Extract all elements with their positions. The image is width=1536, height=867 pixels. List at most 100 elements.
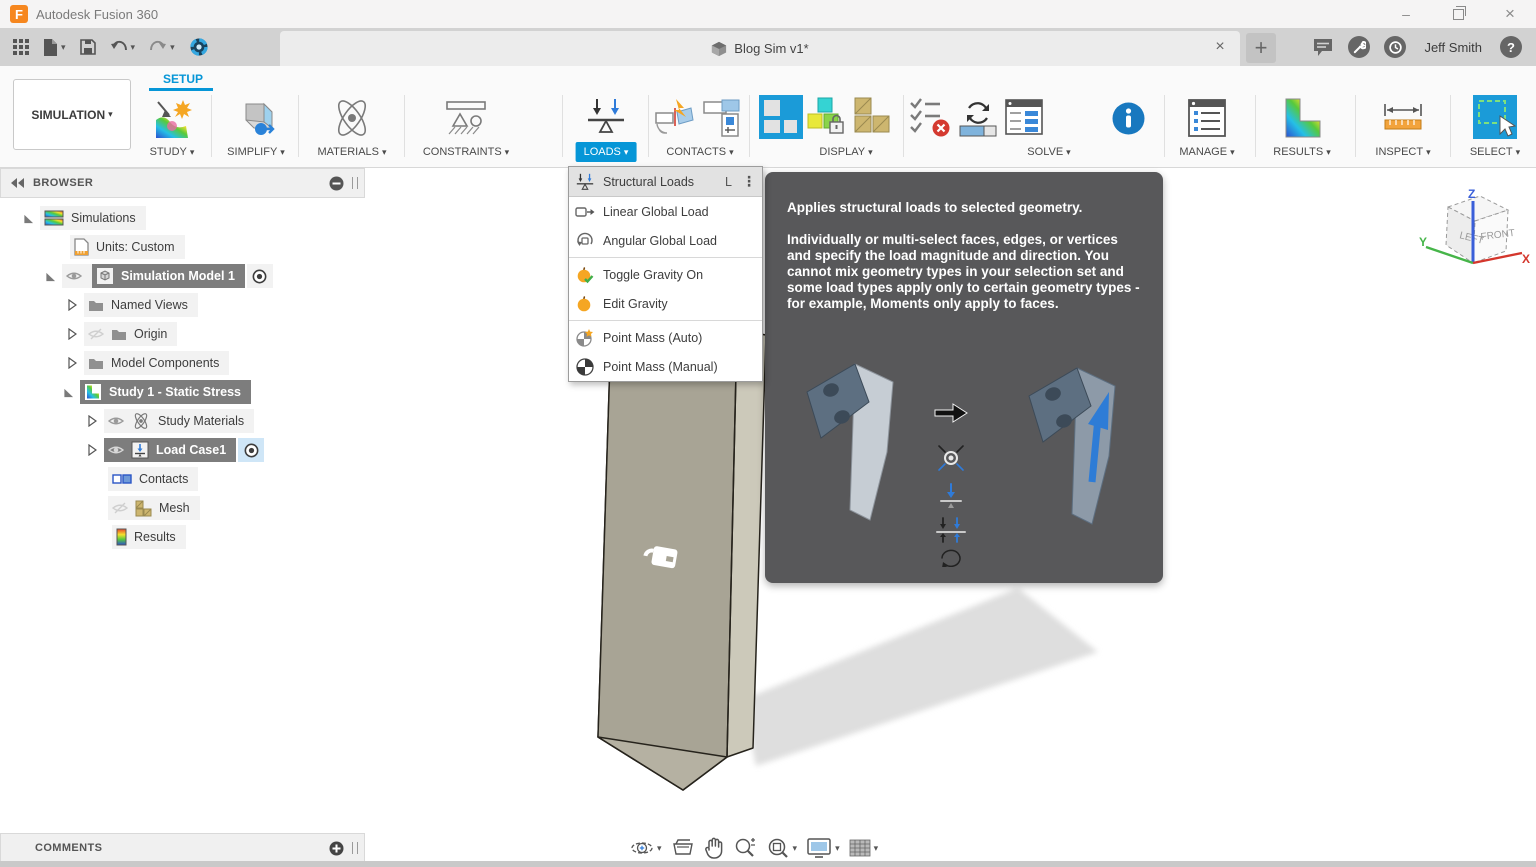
menu-shortcut: L xyxy=(725,175,732,189)
menu-item-angular-global-load[interactable]: Angular Global Load xyxy=(569,226,762,255)
save-button[interactable] xyxy=(75,35,101,59)
workspace-switcher[interactable]: SIMULATION xyxy=(13,79,131,150)
document-cube-icon xyxy=(711,41,727,57)
constraints-button[interactable] xyxy=(443,96,489,140)
pan-hand-icon xyxy=(704,837,724,859)
file-icon xyxy=(43,39,58,56)
viewcube-z-axis: Z xyxy=(1468,187,1475,201)
file-menu-button[interactable] xyxy=(38,35,71,60)
fusion-logo-icon xyxy=(10,5,28,23)
ribbon-group-contacts[interactable]: CONTACTS xyxy=(666,146,733,158)
ribbon-group-results[interactable]: RESULTS xyxy=(1273,146,1330,158)
restore-button[interactable] xyxy=(1432,0,1484,28)
menu-item-label: Toggle Gravity On xyxy=(603,268,756,282)
view-cube[interactable]: LEFT FRONT Z Y X xyxy=(1418,183,1530,295)
zoom-icon xyxy=(733,837,757,859)
show-notifications-button[interactable] xyxy=(1312,37,1334,57)
menu-item-structural-loads[interactable]: Structural Loads L xyxy=(569,167,762,197)
tab-setup[interactable]: SETUP xyxy=(163,72,203,86)
pan-button[interactable] xyxy=(704,837,724,859)
document-tab-title: Blog Sim v1* xyxy=(734,41,808,56)
wrench-icon xyxy=(1353,41,1366,54)
ribbon-group-loads[interactable]: LOADS xyxy=(576,142,637,162)
history-clock-icon[interactable] xyxy=(1384,36,1406,58)
minimize-button[interactable] xyxy=(1380,0,1432,28)
user-name[interactable]: Jeff Smith xyxy=(1420,40,1486,55)
close-button[interactable] xyxy=(1484,0,1536,28)
display-settings-button[interactable] xyxy=(806,837,840,859)
solve-button[interactable] xyxy=(956,96,1000,140)
comment-icon xyxy=(1312,37,1334,57)
bracket-before-image xyxy=(807,364,893,520)
structural-loads-tooltip: Applies structural loads to selected geo… xyxy=(765,172,1163,583)
navigation-toolbar xyxy=(630,835,878,861)
ribbon-group-study[interactable]: STUDY xyxy=(150,146,195,158)
orbit-icon xyxy=(630,837,654,859)
results-button[interactable] xyxy=(1280,96,1324,140)
job-status-icon[interactable] xyxy=(1348,36,1370,58)
ribbon-group-select[interactable]: SELECT xyxy=(1470,146,1520,158)
appbar-right-cluster: Jeff Smith xyxy=(1312,28,1536,66)
clock-icon xyxy=(1389,41,1402,54)
window-controls xyxy=(1380,0,1536,28)
more-options-icon[interactable] xyxy=(742,173,756,190)
ribbon-group-materials[interactable]: MATERIALS xyxy=(317,146,386,158)
sync-progress-icon xyxy=(189,37,209,57)
document-tab[interactable]: Blog Sim v1* xyxy=(280,31,1240,66)
viewcube-y-axis: Y xyxy=(1419,235,1427,249)
menu-item-linear-global-load[interactable]: Linear Global Load xyxy=(569,197,762,226)
menu-separator xyxy=(569,320,762,321)
new-tab-button[interactable] xyxy=(1246,33,1276,63)
info-button[interactable] xyxy=(1112,102,1145,135)
contacts-auto-button[interactable] xyxy=(653,98,697,140)
ribbon-group-manage[interactable]: MANAGE xyxy=(1179,146,1234,158)
menu-item-label: Point Mass (Auto) xyxy=(603,331,756,345)
new-study-button[interactable] xyxy=(150,96,194,140)
menu-item-point-mass-manual[interactable]: Point Mass (Manual) xyxy=(569,352,762,381)
app-grid-button[interactable] xyxy=(8,35,34,59)
display-mesh-button[interactable] xyxy=(849,96,891,140)
tooltip-detail: Individually or multi-select faces, edge… xyxy=(787,232,1143,312)
menu-item-point-mass-auto[interactable]: Point Mass (Auto) xyxy=(569,323,762,352)
help-icon[interactable] xyxy=(1500,36,1522,58)
save-icon xyxy=(80,39,96,55)
precheck-button[interactable] xyxy=(908,96,952,140)
transition-arrow-icon xyxy=(935,404,967,422)
ribbon-group-inspect[interactable]: INSPECT xyxy=(1375,146,1430,158)
zoom-button[interactable] xyxy=(733,837,757,859)
structural-loads-icon xyxy=(575,172,595,192)
tooltip-summary: Applies structural loads to selected geo… xyxy=(787,200,1143,216)
display-locked-button[interactable] xyxy=(806,96,848,140)
materials-button[interactable] xyxy=(329,96,375,140)
menu-item-toggle-gravity[interactable]: Toggle Gravity On xyxy=(569,260,762,289)
title-bar: Autodesk Fusion 360 xyxy=(0,0,1536,29)
inspect-button[interactable] xyxy=(1381,96,1425,140)
loads-button[interactable] xyxy=(584,96,628,140)
fit-button[interactable] xyxy=(766,837,798,859)
display-dof-button[interactable] xyxy=(758,94,804,140)
menu-item-label: Angular Global Load xyxy=(603,234,756,248)
solve-details-button[interactable] xyxy=(1003,96,1045,140)
look-at-button[interactable] xyxy=(671,838,695,858)
angular-global-load-icon xyxy=(575,231,595,251)
undo-button[interactable] xyxy=(105,36,141,58)
menu-item-label: Structural Loads xyxy=(603,175,717,189)
menu-item-label: Point Mass (Manual) xyxy=(603,360,756,374)
ribbon-group-display[interactable]: DISPLAY xyxy=(819,146,872,158)
restore-icon xyxy=(1453,9,1464,20)
manage-contacts-button[interactable] xyxy=(702,98,742,140)
orbit-button[interactable] xyxy=(630,837,662,859)
menu-item-edit-gravity[interactable]: Edit Gravity xyxy=(569,289,762,318)
fit-icon xyxy=(766,837,790,859)
ribbon-group-solve[interactable]: SOLVE xyxy=(1027,146,1070,158)
simplify-button[interactable] xyxy=(234,96,278,140)
redo-button[interactable] xyxy=(144,36,180,58)
select-button[interactable] xyxy=(1472,94,1518,140)
grid-snaps-button[interactable] xyxy=(849,837,879,859)
ribbon-group-simplify[interactable]: SIMPLIFY xyxy=(227,146,285,158)
manage-button[interactable] xyxy=(1186,96,1228,140)
close-tab-icon[interactable] xyxy=(1210,38,1230,58)
ribbon-group-constraints[interactable]: CONSTRAINTS xyxy=(423,146,509,158)
linear-global-load-icon xyxy=(575,202,595,222)
job-status-button[interactable] xyxy=(184,33,214,61)
